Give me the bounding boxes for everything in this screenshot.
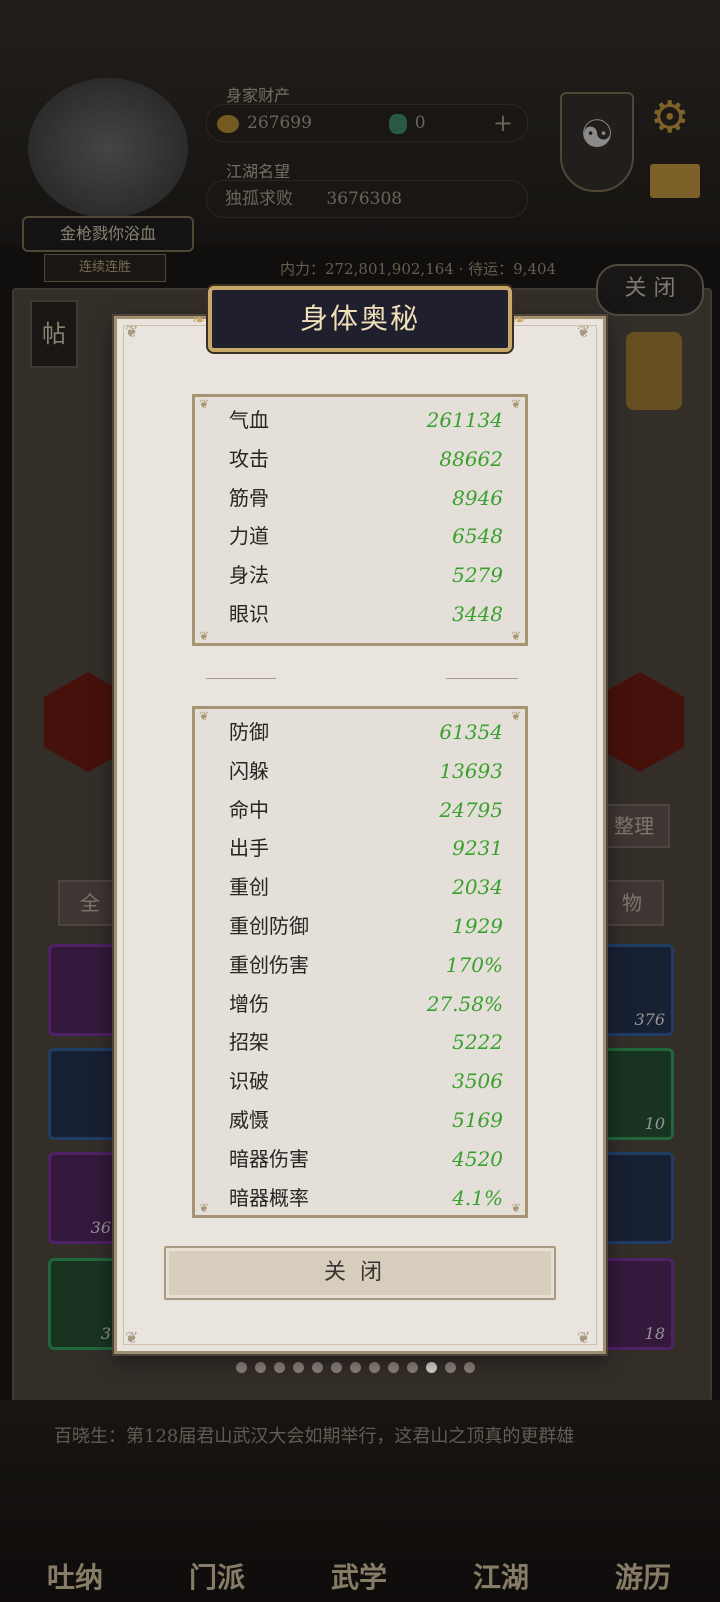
stat-label: 招架: [229, 1030, 269, 1055]
stat-value: 61354: [439, 720, 503, 744]
corner-ornament-icon: ❦: [199, 709, 210, 723]
corner-ornament-icon: ❦: [199, 397, 210, 411]
page-dot: [331, 1362, 342, 1373]
stat-label: 出手: [229, 836, 269, 861]
corner-ornament-icon: ❦: [199, 629, 210, 643]
stat-row: 命中 24795: [229, 791, 509, 829]
stat-row: 眼识 3448: [229, 595, 509, 633]
stat-value: 5222: [452, 1030, 503, 1055]
stat-value: 27.58%: [426, 991, 503, 1016]
section-divider: [206, 672, 518, 684]
corner-ornament-icon: ❦: [510, 1201, 521, 1215]
stat-label: 重创: [229, 875, 269, 900]
stat-label: 命中: [229, 797, 269, 822]
stat-label: 气血: [229, 408, 269, 432]
stat-value: 2034: [452, 875, 503, 900]
dialog-title: 身体奥秘: [299, 302, 420, 335]
stat-value: 24795: [439, 797, 503, 822]
secondary-stats-panel[interactable]: ❦ ❦ ❦ ❦ 防御 61354 闪躲 13693 命中 24795 出手 9231 重创 2034 重创防…: [192, 706, 528, 1218]
stat-value: 9231: [452, 836, 503, 861]
stat-row: 重创防御 1929: [229, 907, 509, 945]
stat-row: 身法 5279: [229, 556, 509, 594]
page-dot: [464, 1362, 475, 1373]
title-ornament-icon: ❧: [512, 310, 526, 329]
dialog-title-plate: 身体奥秘: [208, 286, 512, 352]
stat-value: 1929: [452, 914, 503, 938]
stat-label: 眼识: [229, 602, 269, 626]
stat-value: 88662: [439, 446, 503, 471]
stat-label: 暗器概率: [229, 1185, 309, 1210]
page-dot: [293, 1362, 304, 1373]
title-ornament-icon: ❧: [192, 310, 206, 329]
corner-ornament-icon: ❦: [510, 397, 521, 411]
primary-stats-panel: ❦ ❦ ❦ ❦ 气血 261134 攻击 88662 筋骨 8946 力道 6548 身法 5279 眼识 3…: [192, 394, 528, 646]
corner-ornament-icon: ❦: [125, 322, 139, 341]
stat-row: 筋骨 8946: [229, 479, 509, 517]
stat-value: 13693: [439, 758, 503, 783]
page-dot: [312, 1362, 323, 1373]
stat-row: 暗器伤害 4520: [229, 1140, 509, 1178]
stat-label: 攻击: [229, 446, 269, 471]
page-dot: [407, 1362, 418, 1373]
stat-label: 重创伤害: [229, 952, 309, 977]
stat-value: 261134: [426, 408, 503, 432]
stat-label: 闪躲: [229, 758, 269, 783]
page-dot: [426, 1362, 437, 1373]
stat-value: 6548: [452, 524, 503, 549]
page-dot: [350, 1362, 361, 1373]
stat-row: 攻击 88662: [229, 440, 509, 478]
stat-row: 力道 6548: [229, 517, 509, 555]
page-dot: [369, 1362, 380, 1373]
stat-label: 身法: [229, 563, 269, 588]
page-dot: [388, 1362, 399, 1373]
stat-row: 重创 2034: [229, 868, 509, 906]
stat-value: 170%: [445, 952, 503, 977]
stat-value: 4.1%: [452, 1185, 503, 1210]
stat-label: 筋骨: [229, 485, 269, 510]
stat-row: 识破 3506: [229, 1062, 509, 1100]
stat-row: 闪躲 13693: [229, 752, 509, 790]
page-indicator: [236, 1362, 475, 1374]
stat-row: 招架 5222: [229, 1023, 509, 1061]
stat-row: 出手 9231: [229, 829, 509, 867]
stat-value: 5169: [452, 1108, 503, 1132]
stat-label: 增伤: [229, 991, 269, 1016]
stat-label: 识破: [229, 1069, 269, 1094]
stat-value: 8946: [452, 485, 503, 510]
stat-label: 暗器伤害: [229, 1146, 309, 1171]
corner-ornament-icon: ❦: [510, 629, 521, 643]
page-dot: [445, 1362, 456, 1373]
corner-ornament-icon: ❦: [577, 322, 591, 341]
stat-label: 重创防御: [229, 914, 309, 938]
stat-row: 重创伤害 170%: [229, 946, 509, 984]
stat-value: 3448: [452, 602, 503, 626]
corner-ornament-icon: ❦: [577, 1328, 591, 1347]
stat-row: 增伤 27.58%: [229, 985, 509, 1023]
corner-ornament-icon: ❦: [199, 1201, 210, 1215]
stat-row: 威慑 5169: [229, 1101, 509, 1139]
stat-value: 5279: [452, 563, 503, 588]
page-dot: [236, 1362, 247, 1373]
page-dot: [255, 1362, 266, 1373]
stat-value: 3506: [452, 1069, 503, 1094]
stat-row: 气血 261134: [229, 401, 509, 439]
stat-label: 力道: [229, 524, 269, 549]
page-dot: [274, 1362, 285, 1373]
stat-row: 暗器概率 4.1%: [229, 1179, 509, 1215]
corner-ornament-icon: ❦: [125, 1328, 139, 1347]
close-button[interactable]: 关闭: [164, 1246, 556, 1300]
stat-label: 防御: [229, 720, 269, 744]
stat-label: 威慑: [229, 1108, 269, 1132]
stat-value: 4520: [452, 1146, 503, 1171]
corner-ornament-icon: ❦: [510, 709, 521, 723]
stat-row: 防御 61354: [229, 713, 509, 751]
